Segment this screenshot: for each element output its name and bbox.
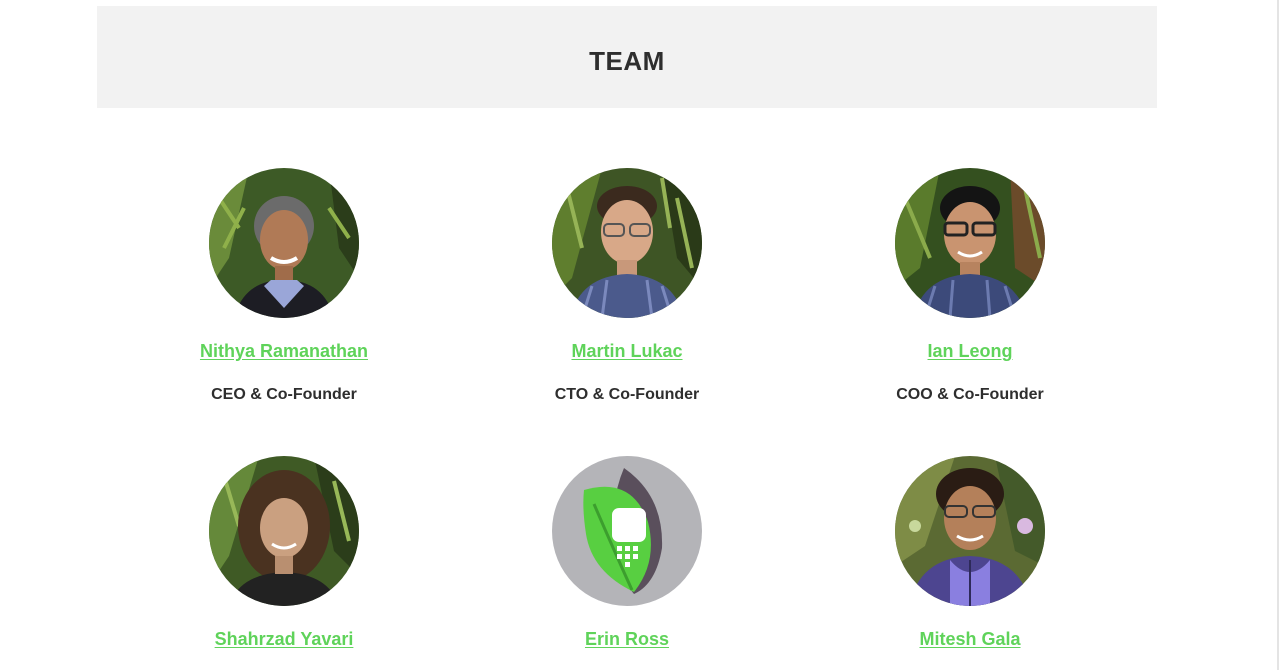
member-name-link[interactable]: Mitesh Gala (919, 629, 1020, 650)
team-page: TEAM Nithya Ramanathan CEO & Co-Founder (0, 0, 1279, 670)
avatar-photo-nithya (209, 168, 359, 318)
avatar (895, 168, 1045, 318)
member-name-link[interactable]: Erin Ross (585, 629, 669, 650)
member-role: CTO & Co-Founder (554, 386, 700, 403)
member-name-link[interactable]: Shahrzad Yavari (215, 629, 354, 650)
member-name-link[interactable]: Ian Leong (928, 341, 1013, 362)
avatar-photo-mitesh (895, 456, 1045, 606)
section-title: TEAM (589, 46, 665, 76)
team-member-card: Mitesh Gala (820, 456, 1120, 670)
avatar-photo-martin (552, 168, 702, 318)
avatar-photo-ian (895, 168, 1045, 318)
leaf-phone-logo-icon (552, 456, 702, 606)
avatar (895, 456, 1045, 606)
member-name-link[interactable]: Nithya Ramanathan (200, 341, 368, 362)
avatar (209, 456, 359, 606)
member-role: COO & Co-Founder (896, 386, 1044, 403)
avatar (552, 456, 702, 606)
team-member-card: Ian Leong COO & Co-Founder (820, 168, 1120, 404)
team-member-card: Martin Lukac CTO & Co-Founder (477, 168, 777, 404)
team-member-card: Erin Ross (477, 456, 777, 670)
team-header: TEAM (97, 6, 1157, 108)
avatar (209, 168, 359, 318)
team-member-card: Nithya Ramanathan CEO & Co-Founder (134, 168, 434, 404)
team-member-card: Shahrzad Yavari (134, 456, 434, 670)
avatar-photo-shahrzad (209, 456, 359, 606)
avatar (552, 168, 702, 318)
member-role: CEO & Co-Founder (211, 386, 357, 403)
member-name-link[interactable]: Martin Lukac (571, 341, 682, 362)
